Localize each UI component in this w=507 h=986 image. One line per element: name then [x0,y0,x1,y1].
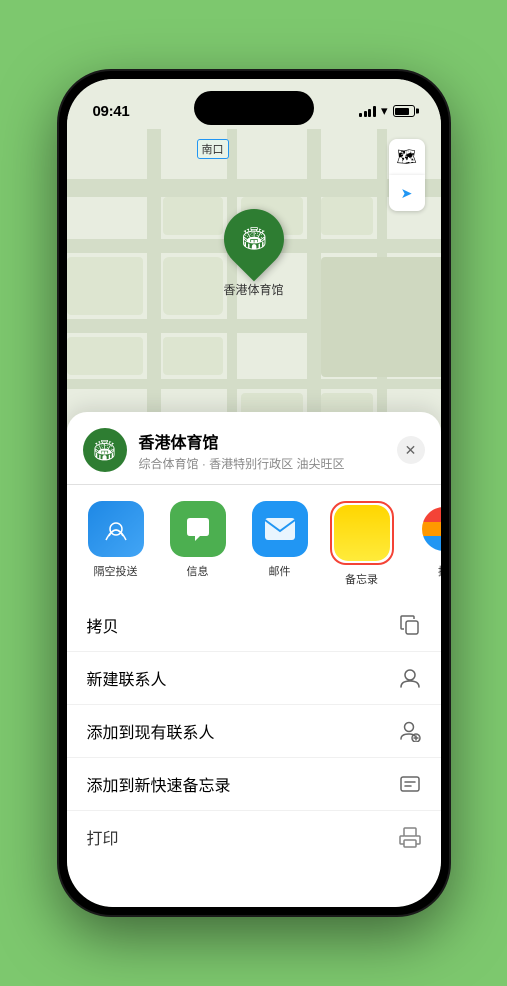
airdrop-icon [88,501,144,557]
app-item-more[interactable]: 提 [411,501,441,587]
print-label: 打印 [87,825,119,849]
phone-frame: 09:41 ▾ [59,71,449,915]
mail-icon [252,501,308,557]
messages-icon [170,501,226,557]
new-contact-label: 新建联系人 [87,666,167,690]
signal-bars-icon [359,105,376,117]
action-list: 拷贝 新建联系人 添加到现有联系人 [67,595,441,867]
copy-label: 拷贝 [87,613,119,637]
sheet-title-area: 香港体育馆 综合体育馆 · 香港特别行政区 油尖旺区 [139,429,397,472]
new-contact-icon [399,667,421,689]
action-copy[interactable]: 拷贝 [67,599,441,652]
notes-icon [334,505,390,561]
app-item-mail[interactable]: 邮件 [247,501,313,587]
more-label: 提 [438,563,441,579]
wifi-icon: ▾ [381,103,388,119]
map-controls: 🗺 ➤ [389,139,425,211]
sheet-header: 🏟 香港体育馆 综合体育馆 · 香港特别行政区 油尖旺区 ✕ [67,428,441,485]
pin-circle: 🏟 [211,197,296,282]
place-icon: 🏟 [83,428,127,472]
map-label: 南口 [197,139,229,159]
phone-screen: 09:41 ▾ [67,79,441,907]
location-arrow-icon: ➤ [401,185,413,202]
copy-icon [399,614,421,636]
mail-label: 邮件 [269,563,291,579]
action-new-contact[interactable]: 新建联系人 [67,652,441,705]
notes-label: 备忘录 [345,571,378,587]
sheet-title: 香港体育馆 [139,429,397,453]
action-print[interactable]: 打印 [67,811,441,863]
app-item-messages[interactable]: 信息 [165,501,231,587]
status-time: 09:41 [93,103,130,120]
add-notes-label: 添加到新快速备忘录 [87,772,231,796]
app-grid: 隔空投送 信息 [67,485,441,595]
map-icon: 🗺 [396,147,416,167]
bottom-sheet: 🏟 香港体育馆 综合体育馆 · 香港特别行政区 油尖旺区 ✕ [67,412,441,907]
stadium-pin-icon: 🏟 [92,438,117,463]
app-item-airdrop[interactable]: 隔空投送 [83,501,149,587]
sheet-subtitle: 综合体育馆 · 香港特别行政区 油尖旺区 [139,455,397,472]
close-button[interactable]: ✕ [397,436,425,464]
more-dots-icon [422,507,441,551]
status-icons: ▾ [359,103,414,119]
airdrop-label: 隔空投送 [94,563,138,579]
location-pin: 🏟 香港体育馆 [223,209,283,298]
add-contact-icon [399,720,421,742]
action-add-notes[interactable]: 添加到新快速备忘录 [67,758,441,811]
add-contact-label: 添加到现有联系人 [87,719,215,743]
messages-label: 信息 [187,563,209,579]
dynamic-island [194,91,314,125]
battery-icon [393,105,415,117]
print-icon [399,826,421,848]
location-button[interactable]: ➤ [389,175,425,211]
pin-label: 香港体育馆 [223,281,283,298]
action-add-contact[interactable]: 添加到现有联系人 [67,705,441,758]
stadium-icon: 🏟 [240,226,268,252]
add-notes-icon [399,773,421,795]
map-type-button[interactable]: 🗺 [389,139,425,175]
app-item-notes[interactable]: 备忘录 [329,501,395,587]
more-icon-container [416,501,441,557]
